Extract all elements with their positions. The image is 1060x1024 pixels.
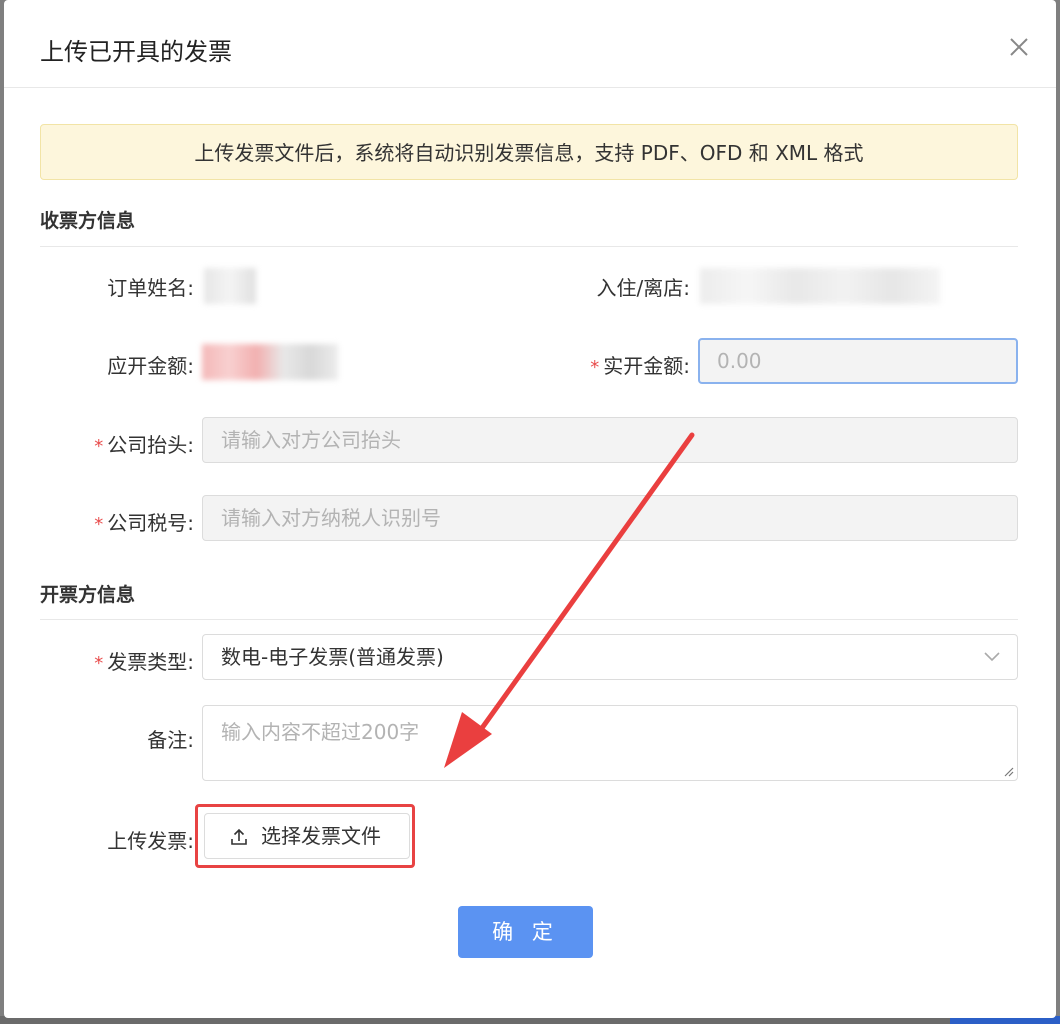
required-mark: * [590, 357, 600, 378]
remark-textarea[interactable]: 输入内容不超过200字 [202, 705, 1018, 781]
invoice-type-label: * 发票类型: [94, 650, 194, 674]
tax-id-label: * 公司税号: [94, 511, 194, 535]
required-mark: * [94, 653, 104, 674]
order-name-value [204, 268, 256, 304]
due-amount-value [202, 344, 338, 380]
required-mark: * [94, 436, 104, 457]
invoice-type-value: 数电-电子发票(普通发票) [221, 645, 444, 669]
company-title-input[interactable]: 请输入对方公司抬头 [202, 417, 1018, 463]
remark-placeholder: 输入内容不超过200字 [221, 720, 420, 744]
tax-id-input[interactable]: 请输入对方纳税人识别号 [202, 495, 1018, 541]
dialog-title: 上传已开具的发票 [40, 38, 232, 66]
chevron-down-icon [984, 652, 1000, 662]
upload-label: 上传发票: [107, 829, 194, 853]
remark-label: 备注: [147, 728, 194, 752]
issuer-section-title: 开票方信息 [40, 584, 136, 606]
invoice-type-select[interactable]: 数电-电子发票(普通发票) [202, 634, 1018, 680]
upload-invoice-dialog: 上传已开具的发票 上传发票文件后，系统将自动识别发票信息，支持 PDF、OFD … [4, 0, 1056, 1018]
payee-section-title: 收票方信息 [40, 210, 136, 232]
notice-banner: 上传发票文件后，系统将自动识别发票信息，支持 PDF、OFD 和 XML 格式 [40, 124, 1018, 180]
section-divider [40, 246, 1018, 247]
actual-amount-label: * 实开金额: [590, 354, 690, 378]
resize-grip-icon[interactable] [1002, 765, 1014, 777]
order-name-label: 订单姓名: [107, 276, 194, 300]
required-mark: * [94, 514, 104, 535]
annotation-highlight-box [195, 804, 415, 868]
section-divider [40, 619, 1018, 620]
confirm-button[interactable]: 确 定 [458, 906, 593, 958]
actual-amount-input[interactable]: 0.00 [698, 338, 1018, 384]
close-icon [1010, 38, 1028, 56]
stay-dates-label: 入住/离店: [596, 276, 690, 300]
dialog-header: 上传已开具的发票 [4, 0, 1056, 88]
close-button[interactable] [1006, 34, 1032, 60]
due-amount-label: 应开金额: [107, 354, 194, 378]
company-title-label: * 公司抬头: [94, 433, 194, 457]
stay-dates-value [700, 268, 940, 304]
